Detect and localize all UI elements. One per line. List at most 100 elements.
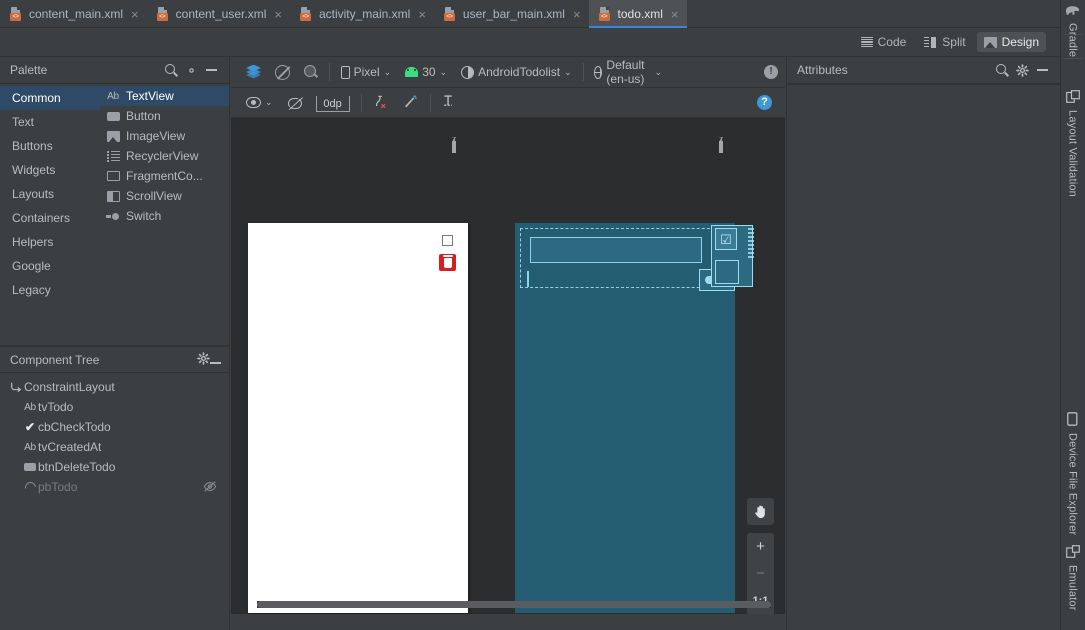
- gear-icon[interactable]: [197, 351, 210, 368]
- theme-icon: [461, 65, 475, 79]
- blueprint-cbchecktodo[interactable]: ☑: [715, 228, 737, 250]
- close-icon[interactable]: ×: [571, 8, 581, 21]
- view-mode-split[interactable]: Split: [917, 32, 972, 52]
- search-icon[interactable]: [992, 61, 1012, 79]
- minimize-icon[interactable]: [1032, 61, 1052, 79]
- chevron-down-icon: ⌄: [439, 66, 448, 77]
- palette-category-containers[interactable]: Containers: [0, 206, 100, 230]
- attributes-title: Attributes: [797, 63, 848, 77]
- button-icon: [106, 109, 120, 123]
- palette-header: Palette: [0, 57, 229, 84]
- view-mode-design[interactable]: Design: [976, 32, 1046, 52]
- design-mode-button[interactable]: [239, 61, 268, 83]
- minimize-icon[interactable]: [210, 353, 221, 367]
- blueprint-cbchecktodo-group[interactable]: ☑: [711, 225, 754, 287]
- split-view-icon: [924, 36, 937, 48]
- minimize-icon[interactable]: [201, 61, 221, 79]
- editor-tab-content-main[interactable]: <> content_main.xml ×: [0, 0, 147, 28]
- zoom-mode-button[interactable]: [297, 61, 325, 83]
- close-icon[interactable]: ×: [272, 8, 282, 21]
- emulator-icon: [1065, 545, 1080, 561]
- tool-button-emulator[interactable]: Emulator: [1060, 545, 1085, 611]
- tree-node-pbtodo[interactable]: pbTodo: [0, 477, 229, 497]
- palette-category-layouts[interactable]: Layouts: [0, 182, 100, 206]
- theme-selector[interactable]: AndroidTodolist ⌄: [454, 61, 579, 83]
- zoom-out-button[interactable]: −: [747, 560, 774, 587]
- blueprint-constraintlayout-bounds[interactable]: [520, 228, 735, 291]
- tree-node-tvtodo[interactable]: Ab tvTodo: [0, 397, 229, 417]
- design-canvas[interactable]: ☑ + −: [231, 118, 785, 630]
- view-mode-code[interactable]: Code: [854, 32, 914, 52]
- default-margin-value: 0dp: [315, 96, 350, 112]
- layers-icon: [246, 64, 261, 80]
- editor-tab-content-user[interactable]: <> content_user.xml ×: [147, 0, 290, 28]
- device-selector[interactable]: Pixel ⌄: [334, 61, 399, 83]
- api-level-selector[interactable]: 30 ⌄: [398, 61, 454, 83]
- gear-icon[interactable]: [181, 61, 201, 79]
- textview-icon: Ab: [107, 90, 119, 102]
- palette-item-imageview[interactable]: ImageView: [100, 126, 229, 146]
- editor-tab-activity-main[interactable]: <> activity_main.xml ×: [290, 0, 434, 28]
- palette-category-text[interactable]: Text: [0, 110, 100, 134]
- magic-wand-icon: [403, 94, 419, 112]
- zoom-in-button[interactable]: +: [747, 533, 774, 560]
- autoconnect-button[interactable]: [280, 92, 309, 114]
- preview-checkbox[interactable]: [442, 235, 453, 246]
- clear-constraints-button[interactable]: [366, 92, 396, 114]
- close-icon[interactable]: ×: [669, 8, 679, 21]
- palette-body: Common Text Buttons Widgets Layouts Cont…: [0, 84, 229, 346]
- blueprint-tvtodo[interactable]: [530, 237, 702, 263]
- blueprint-toggle-button[interactable]: [268, 61, 297, 83]
- search-icon[interactable]: [161, 61, 181, 79]
- switch-icon: [106, 209, 120, 223]
- blueprint-pbtodo[interactable]: [715, 260, 739, 284]
- tool-button-gradle[interactable]: Gradle: [1060, 4, 1085, 57]
- palette-item-switch[interactable]: Switch: [100, 206, 229, 226]
- palette-category-buttons[interactable]: Buttons: [0, 134, 100, 158]
- preview-delete-button[interactable]: [439, 254, 456, 271]
- editor-tab-todo[interactable]: <> todo.xml ×: [588, 0, 687, 28]
- palette-category-helpers[interactable]: Helpers: [0, 230, 100, 254]
- palette-item-fragmentcontainer[interactable]: FragmentCo...: [100, 166, 229, 186]
- palette-category-common[interactable]: Common: [0, 86, 100, 110]
- tool-button-device-file-explorer[interactable]: Device File Explorer: [1060, 412, 1085, 535]
- blueprint-tvcreatedat[interactable]: [527, 271, 529, 287]
- chevron-down-icon: ⌄: [265, 97, 273, 107]
- palette-category-widgets[interactable]: Widgets: [0, 158, 100, 182]
- editor-tab-user-bar-main[interactable]: <> user_bar_main.xml ×: [434, 0, 589, 28]
- attributes-body: [787, 84, 1060, 630]
- tree-node-constraintlayout[interactable]: ConstraintLayout: [0, 377, 229, 397]
- tree-node-tvcreatedat[interactable]: Ab tvCreatedAt: [0, 437, 229, 457]
- palette-item-scrollview[interactable]: ScrollView: [100, 186, 229, 206]
- view-mode-label: Design: [1001, 35, 1039, 49]
- palette-category-google[interactable]: Google: [0, 254, 100, 278]
- gear-icon[interactable]: [1012, 61, 1032, 79]
- tree-node-cbchecktodo[interactable]: ✔ cbCheckTodo: [0, 417, 229, 437]
- locale-selector[interactable]: Default (en-us) ⌄: [587, 58, 669, 86]
- render-preview[interactable]: [248, 223, 468, 613]
- guidelines-button[interactable]: [435, 92, 463, 114]
- help-icon[interactable]: ?: [757, 95, 772, 110]
- palette-item-button[interactable]: Button: [100, 106, 229, 126]
- issues-button[interactable]: !: [757, 61, 785, 83]
- scrollbar-thumb[interactable]: [257, 601, 771, 608]
- pan-hand-icon[interactable]: [747, 498, 774, 525]
- palette-item-recyclerview[interactable]: RecyclerView: [100, 146, 229, 166]
- tool-button-layout-validation[interactable]: Layout Validation: [1060, 90, 1085, 197]
- infer-constraints-button[interactable]: [396, 92, 426, 114]
- wrench-icon[interactable]: [448, 137, 460, 153]
- blueprint-preview[interactable]: ☑: [515, 223, 754, 613]
- palette-category-legacy[interactable]: Legacy: [0, 278, 100, 302]
- default-margin-selector[interactable]: 0dp: [309, 92, 357, 114]
- api-level-label: 30: [422, 65, 436, 79]
- tree-node-btndeletetodo[interactable]: btnDeleteTodo: [0, 457, 229, 477]
- wrench-icon[interactable]: [715, 137, 727, 153]
- code-lines-icon: [860, 36, 873, 48]
- close-icon[interactable]: ×: [129, 8, 139, 21]
- palette-item-textview[interactable]: Ab TextView: [100, 86, 229, 106]
- close-icon[interactable]: ×: [416, 8, 426, 21]
- toolbar-separator: [329, 63, 330, 81]
- canvas-horizontal-scrollbar[interactable]: [257, 601, 771, 608]
- eye-off-icon[interactable]: [203, 480, 217, 496]
- show-constraints-button[interactable]: ⌄: [239, 92, 280, 114]
